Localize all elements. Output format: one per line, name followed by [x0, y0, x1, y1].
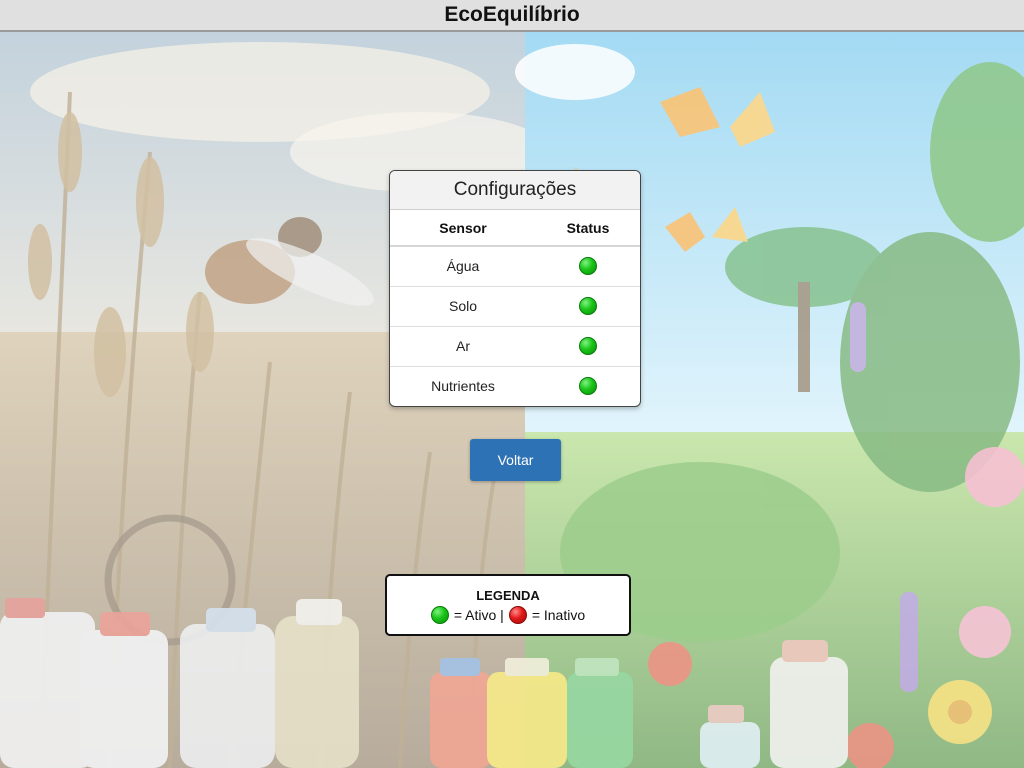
config-card: Configurações Sensor Status Água Solo Ar… — [389, 170, 641, 407]
status-green-icon — [579, 337, 597, 356]
table-row: Solo — [390, 286, 640, 327]
table-header-row: Sensor Status — [390, 210, 640, 247]
legend-inactive-text: = Inativo — [531, 607, 586, 623]
back-button[interactable]: Voltar — [470, 439, 561, 481]
legend-active-icon — [430, 606, 449, 624]
sensor-table: Sensor Status Água Solo Ar Nutrientes — [390, 210, 640, 406]
legend-line: = Ativo | = Inativo — [387, 606, 629, 624]
column-header-sensor: Sensor — [390, 210, 536, 247]
sensor-status — [536, 286, 640, 327]
title-bar: EcoEquilíbrio — [0, 0, 1024, 32]
sensor-name: Ar — [390, 326, 536, 367]
sensor-name: Solo — [390, 286, 536, 327]
legend-inactive-icon — [508, 606, 527, 624]
table-row: Nutrientes — [390, 366, 640, 406]
app-title: EcoEquilíbrio — [444, 3, 580, 26]
legend-active-text: = Ativo | — [453, 607, 504, 623]
config-card-title: Configurações — [390, 171, 640, 210]
status-green-icon — [579, 297, 597, 316]
legend-title: LEGENDA — [476, 588, 540, 603]
sensor-status — [536, 366, 640, 406]
column-header-status: Status — [536, 210, 640, 247]
legend-box: LEGENDA = Ativo | = Inativo — [385, 574, 631, 636]
sensor-status — [536, 326, 640, 367]
sensor-status — [536, 246, 640, 287]
sensor-name: Água — [390, 246, 536, 287]
status-green-icon — [579, 257, 597, 276]
table-row: Ar — [390, 326, 640, 367]
table-row: Água — [390, 246, 640, 287]
sensor-name: Nutrientes — [431, 378, 495, 395]
status-green-icon — [579, 377, 597, 396]
